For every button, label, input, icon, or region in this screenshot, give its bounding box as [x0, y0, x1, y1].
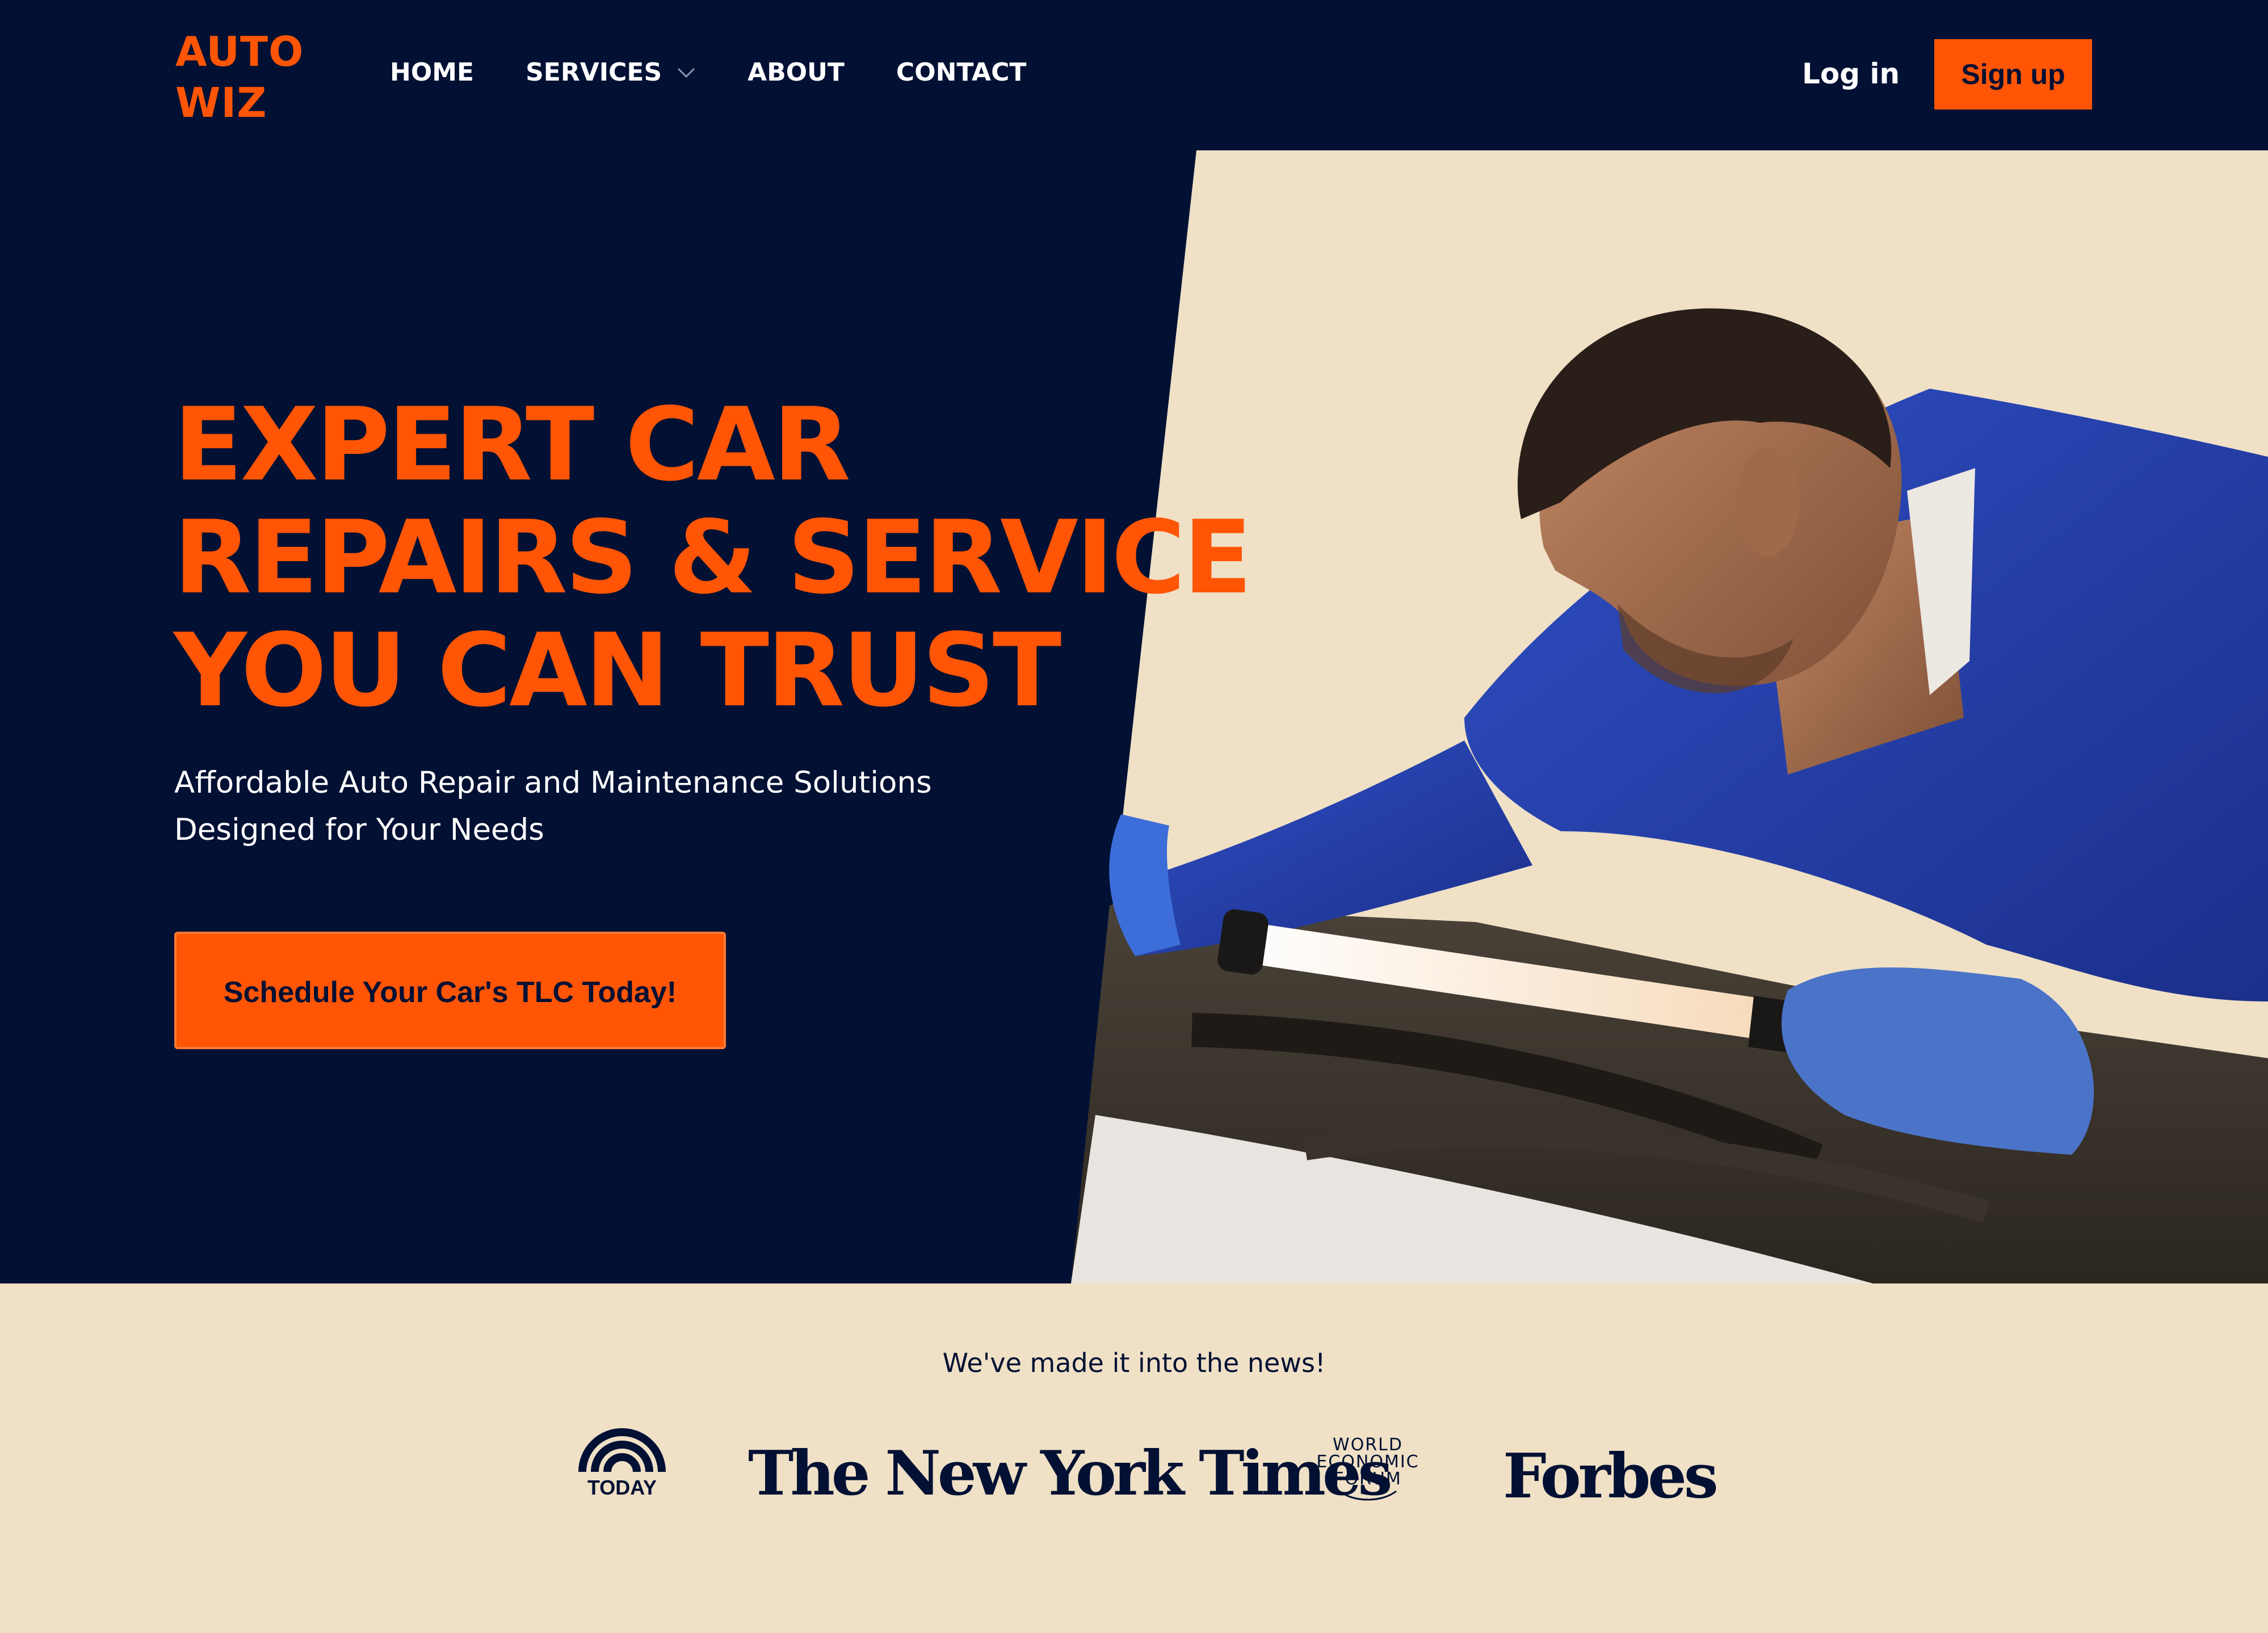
main-nav: HOME SERVICES ABOUT CONTACT [390, 57, 1078, 89]
nav-item-contact[interactable]: CONTACT [896, 57, 1026, 89]
wef-logo-line: FORUM [1334, 1469, 1402, 1489]
login-link[interactable]: Log in [1802, 56, 1900, 92]
nav-item-about[interactable]: ABOUT [747, 57, 845, 89]
landing-page: AUTO WIZ HOME SERVICES ABOUT CONTACT Log… [0, 0, 2268, 1633]
hero-headline-line: REPAIRS & SERVICE [174, 499, 1252, 616]
wef-arc-icon [1339, 1490, 1397, 1501]
wef-logo: WORLD ECONOMIC FORUM [1311, 1437, 1425, 1505]
nav-item-label: ABOUT [747, 58, 845, 87]
signup-button[interactable]: Sign up [1934, 39, 2092, 110]
hero-headline-line: YOU CAN TRUST [174, 612, 1061, 729]
forbes-logo: Forbes [1503, 1441, 1719, 1512]
bottom-band [0, 1555, 2268, 1633]
news-heading: We've made it into the news! [942, 1348, 1326, 1378]
today-logo: TODAY [577, 1425, 667, 1501]
nav-item-label: SERVICES [526, 58, 662, 87]
hero-subtitle-line: Designed for Your Needs [174, 813, 544, 847]
nav-item-home[interactable]: HOME [390, 57, 474, 89]
wef-logo-line: ECONOMIC [1316, 1452, 1419, 1472]
hero-headline-line: EXPERT CAR [174, 386, 851, 503]
nav-item-label: HOME [390, 58, 474, 87]
press-logos: TODAY The New York Times WORLD ECONOMIC … [0, 1425, 2268, 1533]
brand-name-line1: AUTO [175, 28, 304, 75]
wef-logo-line: WORLD [1333, 1435, 1403, 1455]
brand-name-line2: WIZ [175, 79, 267, 127]
nyt-logo: The New York Times [748, 1438, 1392, 1509]
brand-logo[interactable]: AUTO WIZ [175, 26, 304, 128]
today-rainbow-icon: TODAY [578, 1428, 666, 1499]
hero-section: EXPERT CAR REPAIRS & SERVICE YOU CAN TRU… [0, 150, 2268, 1283]
nav-item-services[interactable]: SERVICES [526, 57, 696, 89]
schedule-cta-button[interactable]: Schedule Your Car's TLC Today! [174, 932, 726, 1049]
chevron-down-icon [678, 68, 695, 78]
today-logo-text: TODAY [587, 1476, 657, 1499]
news-section: We've made it into the news! TODAY The N… [0, 1283, 2268, 1555]
nav-item-label: CONTACT [896, 58, 1027, 87]
hero-headline: EXPERT CAR REPAIRS & SERVICE YOU CAN TRU… [174, 386, 1252, 729]
site-header: AUTO WIZ HOME SERVICES ABOUT CONTACT Log… [0, 0, 2268, 150]
hero-subtitle: Affordable Auto Repair and Maintenance S… [174, 759, 1026, 853]
hero-subtitle-line: Affordable Auto Repair and Maintenance S… [174, 765, 932, 800]
